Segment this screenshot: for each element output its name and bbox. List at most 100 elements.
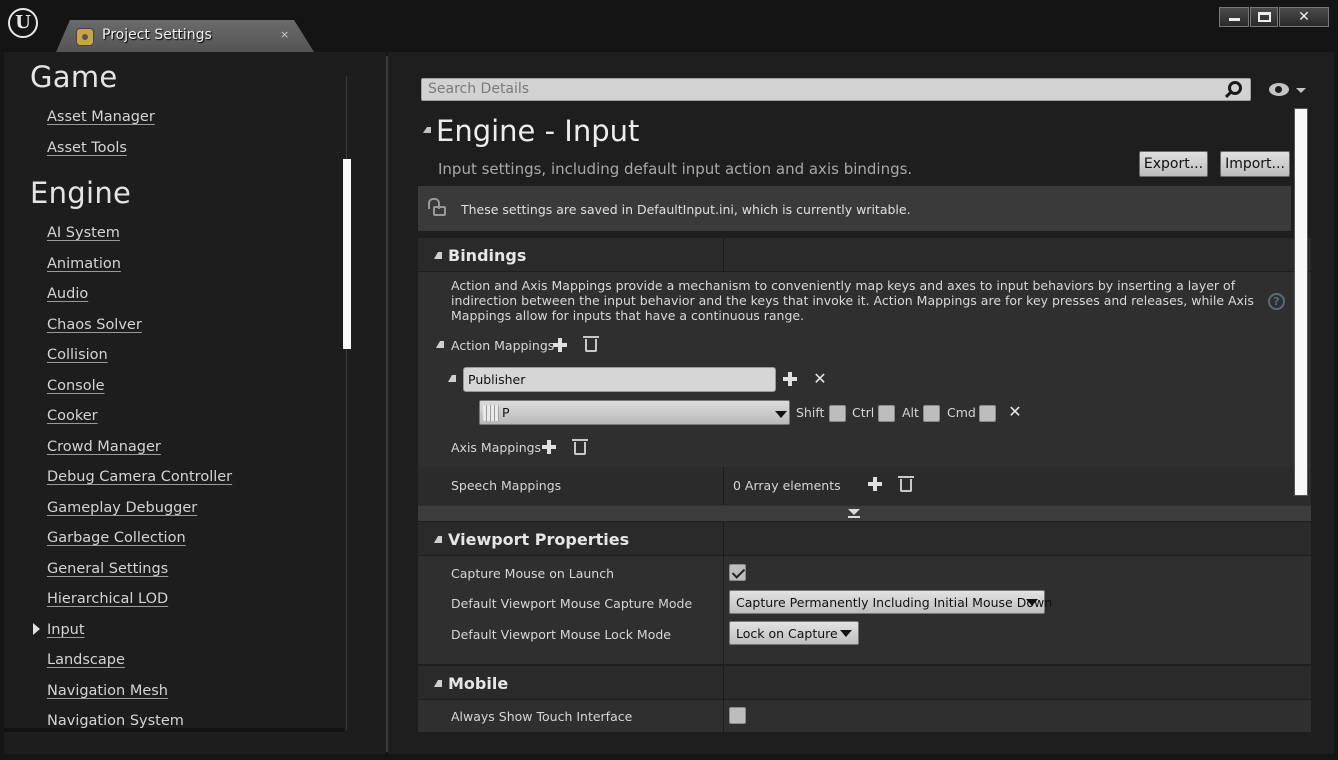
nav-item-collision[interactable]: Collision <box>47 347 108 363</box>
touch-interface-checkbox[interactable] <box>729 707 746 724</box>
key-selector[interactable]: P <box>479 400 790 425</box>
nav-item-hierarchical-lod[interactable]: Hierarchical LOD <box>47 591 168 607</box>
axis-mappings-label: Axis Mappings <box>451 440 542 455</box>
cmd-checkbox[interactable] <box>979 405 996 422</box>
add-key-icon[interactable] <box>783 372 797 386</box>
collapse-arrow-icon[interactable] <box>434 536 442 543</box>
touch-interface-label: Always Show Touch Interface <box>451 709 633 724</box>
nav-item-landscape[interactable]: Landscape <box>47 652 125 668</box>
search-icon[interactable] <box>1228 81 1242 95</box>
close-icon: ✕ <box>1298 9 1310 25</box>
nav-scrollbar[interactable] <box>343 159 351 349</box>
action-name-field[interactable]: Publisher <box>463 367 776 392</box>
nav-item-audio[interactable]: Audio <box>47 286 88 302</box>
export-button[interactable]: Export... <box>1139 151 1208 177</box>
tab-label: Project Settings <box>102 27 212 43</box>
nav-item-chaos-solver[interactable]: Chaos Solver <box>47 317 142 333</box>
column-divider <box>723 238 724 272</box>
capture-mode-label: Default Viewport Mouse Capture Mode <box>451 596 693 611</box>
speech-mappings-value: 0 Array elements <box>733 478 841 493</box>
search-input[interactable]: Search Details <box>421 78 1251 101</box>
alt-checkbox[interactable] <box>923 405 940 422</box>
mobile-header[interactable]: Mobile <box>418 666 1311 700</box>
nav-item-asset-manager[interactable]: Asset Manager <box>47 109 155 125</box>
collapse-arrow-icon[interactable] <box>434 252 442 259</box>
remove-action-icon[interactable]: ✕ <box>813 371 827 387</box>
nav-item-gameplay-debugger[interactable]: Gameplay Debugger <box>47 500 197 516</box>
unreal-logo-icon[interactable]: U <box>8 8 38 38</box>
nav-item-navigation-mesh[interactable]: Navigation Mesh <box>47 683 168 699</box>
nav-bottom-edge <box>4 728 344 732</box>
column-divider <box>723 467 724 505</box>
close-window-button[interactable]: ✕ <box>1279 7 1329 27</box>
action-name-value: Publisher <box>468 372 526 387</box>
trash-icon[interactable] <box>898 476 914 492</box>
bindings-section: Bindings Action and Axis Mappings provid… <box>418 238 1311 521</box>
maximize-button[interactable] <box>1250 7 1278 27</box>
minimize-button[interactable] <box>1219 7 1249 27</box>
nav-item-garbage-collection[interactable]: Garbage Collection <box>47 530 186 546</box>
title-bar: U Project Settings × ✕ <box>0 0 1338 52</box>
import-button[interactable]: Import... <box>1220 151 1290 177</box>
shift-checkbox[interactable] <box>829 405 846 422</box>
nav-item-navigation-system[interactable]: Navigation System <box>47 713 184 729</box>
unlock-icon <box>428 198 446 216</box>
capture-mouse-checkbox[interactable] <box>729 564 746 581</box>
section-title: Bindings <box>448 246 527 265</box>
column-divider <box>723 522 724 664</box>
shift-label: Shift <box>796 405 825 420</box>
tab-close-icon[interactable]: × <box>280 28 289 41</box>
details-panel: Search Details Engine - Input Input sett… <box>388 52 1334 754</box>
details-scrollbar[interactable] <box>1294 108 1308 496</box>
nav-item-crowd-manager[interactable]: Crowd Manager <box>47 439 161 455</box>
nav-item-ai-system[interactable]: AI System <box>47 225 120 241</box>
trash-icon[interactable] <box>583 336 599 352</box>
search-placeholder: Search Details <box>428 81 530 97</box>
add-action-mapping-icon[interactable] <box>553 338 567 352</box>
remove-key-icon[interactable]: ✕ <box>1008 404 1022 420</box>
settings-icon <box>76 28 94 46</box>
bindings-header[interactable]: Bindings <box>418 238 1311 272</box>
speech-mappings-label: Speech Mappings <box>451 478 562 493</box>
mobile-section: Mobile Always Show Touch Interface <box>418 666 1311 732</box>
add-speech-mapping-icon[interactable] <box>868 477 882 491</box>
advanced-expander[interactable] <box>418 506 1311 521</box>
nav-item-console[interactable]: Console <box>47 378 105 394</box>
maximize-icon <box>1258 12 1271 22</box>
eye-icon[interactable] <box>1269 83 1289 96</box>
nav-item-input[interactable]: Input <box>47 622 85 638</box>
viewport-properties-section: Viewport Properties Capture Mouse on Lau… <box>418 522 1311 664</box>
collapse-arrow-icon[interactable] <box>434 680 442 687</box>
viewport-properties-header[interactable]: Viewport Properties <box>418 522 1311 556</box>
ctrl-checkbox[interactable] <box>878 405 895 422</box>
notice-text: These settings are saved in DefaultInput… <box>461 202 911 217</box>
nav-heading-game: Game <box>30 60 118 94</box>
alt-label: Alt <box>902 405 919 420</box>
lock-mode-dropdown[interactable]: Lock on Capture <box>729 621 859 645</box>
settings-nav-panel: Game Asset Manager Asset Tools Engine AI… <box>4 52 386 754</box>
capture-mouse-label: Capture Mouse on Launch <box>451 566 615 581</box>
nav-item-cooker[interactable]: Cooker <box>47 408 98 424</box>
page-title: Engine - Input <box>436 114 640 148</box>
lock-mode-label: Default Viewport Mouse Lock Mode <box>451 627 671 642</box>
chevron-down-icon <box>775 411 787 418</box>
add-axis-mapping-icon[interactable] <box>542 440 556 454</box>
minimize-icon <box>1229 18 1240 21</box>
speech-mappings-row: Speech Mappings 0 Array elements <box>418 467 1311 505</box>
collapse-arrow-icon[interactable] <box>423 127 431 133</box>
tab-project-settings[interactable]: Project Settings × <box>56 20 314 52</box>
nav-item-general-settings[interactable]: General Settings <box>47 561 168 577</box>
view-options-caret-icon[interactable] <box>1296 88 1306 93</box>
nav-list: Game Asset Manager Asset Tools Engine AI… <box>4 52 344 732</box>
nav-heading-engine: Engine <box>30 176 132 210</box>
nav-item-asset-tools[interactable]: Asset Tools <box>47 140 127 156</box>
action-mappings-label: Action Mappings <box>451 338 555 353</box>
nav-item-animation[interactable]: Animation <box>47 256 121 272</box>
capture-mode-dropdown[interactable]: Capture Permanently Including Initial Mo… <box>729 590 1052 614</box>
capture-mode-value: Capture Permanently Including Initial Mo… <box>736 595 1053 610</box>
help-icon[interactable]: ? <box>1268 293 1285 310</box>
trash-icon[interactable] <box>572 439 588 455</box>
collapse-arrow-icon[interactable] <box>448 375 456 382</box>
nav-item-debug-camera-controller[interactable]: Debug Camera Controller <box>47 469 232 485</box>
collapse-arrow-icon[interactable] <box>436 341 444 348</box>
